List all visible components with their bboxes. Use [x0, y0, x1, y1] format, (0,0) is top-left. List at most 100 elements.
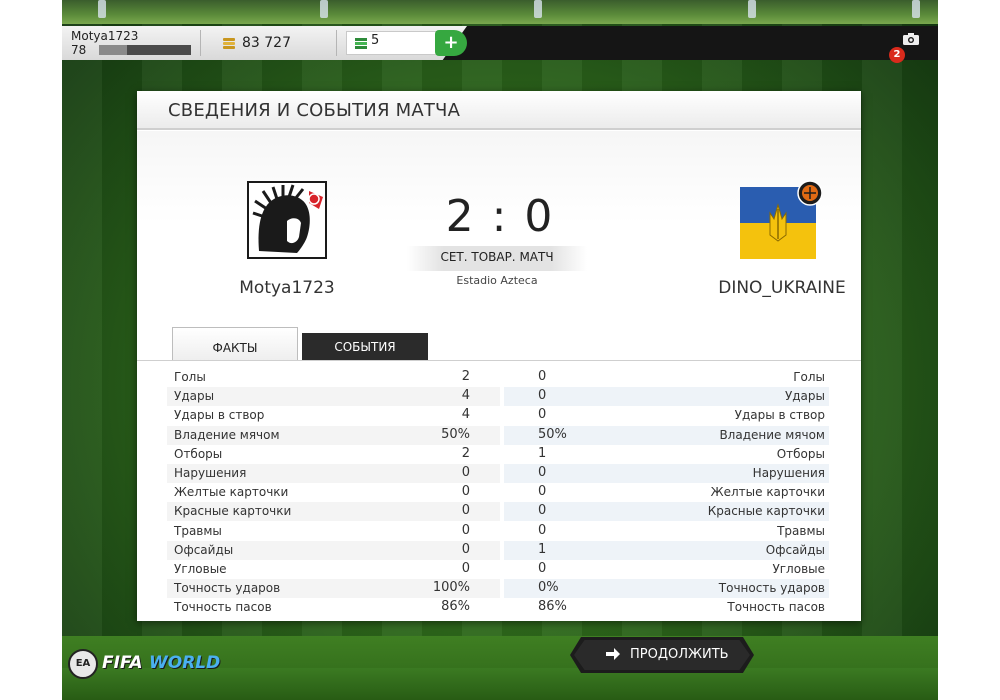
- stat-label-home: Точность ударов: [174, 581, 281, 596]
- camera-icon[interactable]: [903, 33, 919, 45]
- away-team-name: DINO_UKRAINE: [718, 278, 846, 298]
- divider: [336, 30, 337, 56]
- stat-row: Точность ударов 100% 0% Точность ударов: [167, 579, 829, 599]
- stadium-name: Estadio Azteca: [456, 274, 538, 287]
- stat-away-cell: 0 Удары в створ: [504, 406, 829, 425]
- stat-away-cell: 0 Удары: [504, 387, 829, 407]
- stat-away-cell: 0 Голы: [504, 368, 829, 387]
- match-summary-panel: СВЕДЕНИЯ И СОБЫТИЯ МАТЧА Motya1723 2 : 0…: [137, 91, 861, 621]
- stat-row: Угловые 0 0 Угловые: [167, 560, 829, 579]
- stat-away-cell: 0 Красные карточки: [504, 502, 829, 522]
- stat-label-home: Нарушения: [174, 465, 247, 480]
- stat-home-value: 0: [461, 541, 470, 557]
- stat-home-cell: Травмы 0: [167, 522, 500, 541]
- stat-label-away: Офсайды: [765, 542, 825, 557]
- username: Motya1723: [71, 29, 139, 43]
- player-level: 78: [71, 43, 87, 57]
- stat-label-away: Владение мячом: [719, 427, 825, 442]
- stat-home-value: 0: [461, 464, 470, 480]
- stat-away-value: 0: [538, 522, 547, 538]
- stat-label-home: Удары: [174, 389, 215, 404]
- stat-away-cell: 0 Желтые карточки: [504, 483, 829, 502]
- stat-label-home: Голы: [174, 370, 206, 384]
- stat-label-away: Красные карточки: [707, 504, 825, 519]
- notification-badge[interactable]: 2: [889, 47, 905, 63]
- stat-home-value: 86%: [441, 599, 470, 615]
- stat-home-value: 0: [461, 560, 470, 576]
- stat-label-away: Точность ударов: [718, 581, 825, 596]
- stat-label-away: Травмы: [777, 523, 825, 538]
- stat-away-value: 50%: [538, 426, 567, 442]
- stat-home-cell: Желтые карточки 0: [167, 483, 500, 502]
- stat-label-away: Удары в створ: [734, 408, 825, 423]
- continue-label: ПРОДОЛЖИТЬ: [630, 647, 729, 662]
- xp-progress-bar: [99, 45, 191, 55]
- points-icon: [355, 38, 367, 49]
- stat-home-cell: Точность пасов 86%: [167, 598, 500, 617]
- match-score: 2 : 0: [445, 191, 555, 242]
- stat-home-cell: Удары 4: [167, 387, 500, 407]
- stat-home-cell: Отборы 2: [167, 445, 500, 464]
- stat-label-away: Желтые карточки: [710, 485, 825, 500]
- stat-label-home: Отборы: [174, 446, 223, 461]
- stat-home-cell: Офсайды 0: [167, 540, 500, 560]
- stat-away-cell: 0 Травмы: [504, 522, 829, 541]
- stat-label-away: Голы: [793, 370, 825, 384]
- match-type: СЕТ. ТОВАР. МАТЧ: [440, 250, 554, 264]
- tab-facts[interactable]: ФАКТЫ: [172, 327, 298, 361]
- fifa-logo-text: FIFA: [102, 653, 143, 673]
- coins-icon: [223, 38, 235, 49]
- stat-away-cell: 1 Отборы: [504, 445, 829, 464]
- match-stats-table: Голы 2 0 Голы Удары 4 0 Удары Удары в створ 4 0 Уда…: [167, 368, 829, 617]
- stat-row: Офсайды 0 1 Офсайды: [167, 540, 829, 560]
- top-status-bar: Motya1723 78 83 727 5 + 2: [62, 26, 938, 63]
- stat-home-cell: Владение мячом 50%: [167, 425, 500, 445]
- stat-row: Нарушения 0 0 Нарушения: [167, 463, 829, 483]
- stat-row: Точность пасов 86% 86% Точность пасов: [167, 598, 829, 617]
- stat-home-value: 0: [461, 503, 470, 519]
- stat-row: Желтые карточки 0 0 Желтые карточки: [167, 483, 829, 502]
- stat-label-home: Офсайды: [174, 542, 234, 557]
- divider: [137, 360, 861, 361]
- stat-home-value: 4: [461, 407, 470, 423]
- stat-away-value: 1: [538, 445, 547, 461]
- stat-home-cell: Голы 2: [167, 368, 500, 387]
- tab-events[interactable]: СОБЫТИЯ: [302, 333, 428, 361]
- home-team-crest-icon: [247, 181, 327, 259]
- stat-home-cell: Нарушения 0: [167, 463, 500, 483]
- stat-label-away: Точность пасов: [727, 600, 825, 615]
- stat-home-value: 100%: [432, 580, 470, 596]
- stat-home-value: 2: [461, 369, 470, 384]
- stat-row: Голы 2 0 Голы: [167, 368, 829, 387]
- stat-away-cell: 0 Угловые: [504, 560, 829, 579]
- stat-row: Удары 4 0 Удары: [167, 387, 829, 407]
- xp-progress-fill: [99, 45, 127, 55]
- stat-label-away: Удары: [784, 389, 825, 404]
- stat-row: Удары в створ 4 0 Удары в створ: [167, 406, 829, 425]
- stat-label-home: Удары в створ: [174, 408, 265, 423]
- stat-row: Владение мячом 50% 50% Владение мячом: [167, 425, 829, 445]
- add-points-button[interactable]: +: [435, 30, 467, 56]
- stat-home-value: 50%: [441, 426, 470, 442]
- stat-row: Красные карточки 0 0 Красные карточки: [167, 502, 829, 522]
- stat-home-value: 2: [461, 445, 470, 461]
- stat-away-cell: 1 Офсайды: [504, 540, 829, 560]
- stat-label-home: Точность пасов: [174, 600, 272, 615]
- stat-home-value: 4: [461, 388, 470, 404]
- stat-away-value: 0: [538, 464, 547, 480]
- stat-label-away: Нарушения: [752, 465, 825, 480]
- stat-away-value: 0%: [538, 580, 559, 596]
- stat-away-value: 0: [538, 484, 547, 500]
- stat-home-cell: Точность ударов 100%: [167, 579, 500, 599]
- stat-away-value: 0: [538, 369, 547, 384]
- stat-home-value: 0: [461, 484, 470, 500]
- stat-away-value: 0: [538, 407, 547, 423]
- continue-button[interactable]: ПРОДОЛЖИТЬ: [570, 637, 754, 673]
- arrow-right-icon: [606, 648, 620, 660]
- stat-label-home: Владение мячом: [174, 427, 280, 442]
- stat-away-value: 86%: [538, 599, 567, 615]
- stat-away-value: 0: [538, 388, 547, 404]
- stat-label-away: Угловые: [772, 561, 825, 576]
- stat-away-cell: 0% Точность ударов: [504, 579, 829, 599]
- stadium-background: [62, 0, 938, 24]
